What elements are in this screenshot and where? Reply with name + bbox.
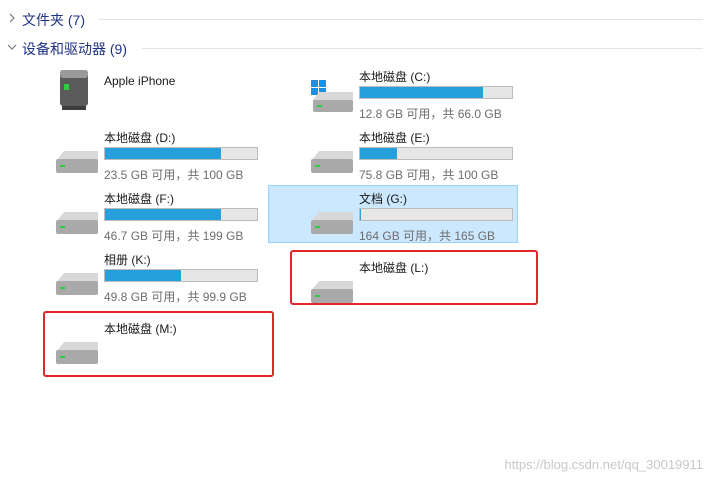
drive-k[interactable]: 相册 (K:) 49.8 GB 可用，共 99.9 GB — [48, 251, 278, 307]
free-space-text: 12.8 GB 可用，共 66.0 GB — [359, 107, 502, 121]
drive-l[interactable]: 本地磁盘 (L:) — [303, 259, 533, 315]
capacity-fill — [360, 209, 361, 220]
capacity-bar — [104, 269, 258, 282]
capacity-bar — [359, 147, 513, 160]
group-divider — [98, 19, 703, 20]
windows-drive-icon — [311, 80, 353, 112]
free-space-text: 49.8 GB 可用，共 99.9 GB — [104, 290, 247, 304]
capacity-fill — [105, 148, 222, 159]
capacity-fill — [105, 209, 222, 220]
watermark: https://blog.csdn.net/qq_30019911 — [504, 457, 703, 472]
capacity-fill — [105, 270, 182, 281]
drive-c[interactable]: 本地磁盘 (C:) 12.8 GB 可用，共 66.0 GB — [303, 68, 533, 124]
hard-drive-icon — [56, 151, 98, 173]
drive-name: 文档 (G:) — [359, 192, 407, 206]
free-space-text: 46.7 GB 可用，共 199 GB — [104, 229, 244, 243]
drive-name: 本地磁盘 (E:) — [359, 131, 430, 145]
group-devices-header[interactable]: 设备和驱动器 (9) — [0, 38, 711, 58]
group-divider — [142, 48, 703, 49]
capacity-fill — [360, 87, 483, 98]
drive-name: 相册 (K:) — [104, 253, 151, 267]
drive-e[interactable]: 本地磁盘 (E:) 75.8 GB 可用，共 100 GB — [303, 129, 533, 185]
drive-name: 本地磁盘 (C:) — [359, 70, 431, 84]
hard-drive-icon — [56, 212, 98, 234]
capacity-bar — [359, 208, 513, 221]
capacity-fill — [360, 148, 397, 159]
group-folders-label: 文件夹 (7) — [22, 12, 85, 28]
group-devices-label: 设备和驱动器 (9) — [22, 41, 127, 57]
capacity-bar — [104, 147, 258, 160]
capacity-bar — [104, 208, 258, 221]
free-space-text: 75.8 GB 可用，共 100 GB — [359, 168, 499, 182]
group-folders-header[interactable]: 文件夹 (7) — [0, 9, 711, 29]
drive-name: 本地磁盘 (F:) — [104, 192, 174, 206]
phone-device-icon — [60, 70, 88, 110]
capacity-bar — [359, 86, 513, 99]
drive-d[interactable]: 本地磁盘 (D:) 23.5 GB 可用，共 100 GB — [48, 129, 278, 185]
chevron-down-icon — [7, 44, 17, 50]
drive-f[interactable]: 本地磁盘 (F:) 46.7 GB 可用，共 199 GB — [48, 190, 278, 246]
hard-drive-icon — [311, 281, 353, 303]
hard-drive-icon — [56, 273, 98, 295]
chevron-right-icon — [9, 13, 15, 23]
hard-drive-icon — [311, 212, 353, 234]
device-name: Apple iPhone — [104, 74, 176, 88]
free-space-text: 23.5 GB 可用，共 100 GB — [104, 168, 244, 182]
drive-name: 本地磁盘 (M:) — [104, 322, 177, 336]
free-space-text: 164 GB 可用，共 165 GB — [359, 229, 496, 243]
device-apple-iphone[interactable]: Apple iPhone — [48, 70, 278, 130]
hard-drive-icon — [56, 342, 98, 364]
drive-name: 本地磁盘 (L:) — [359, 261, 429, 275]
drive-g[interactable]: 文档 (G:) 164 GB 可用，共 165 GB — [303, 190, 533, 246]
drive-name: 本地磁盘 (D:) — [104, 131, 176, 145]
drive-m[interactable]: 本地磁盘 (M:) — [48, 320, 278, 376]
hard-drive-icon — [311, 151, 353, 173]
